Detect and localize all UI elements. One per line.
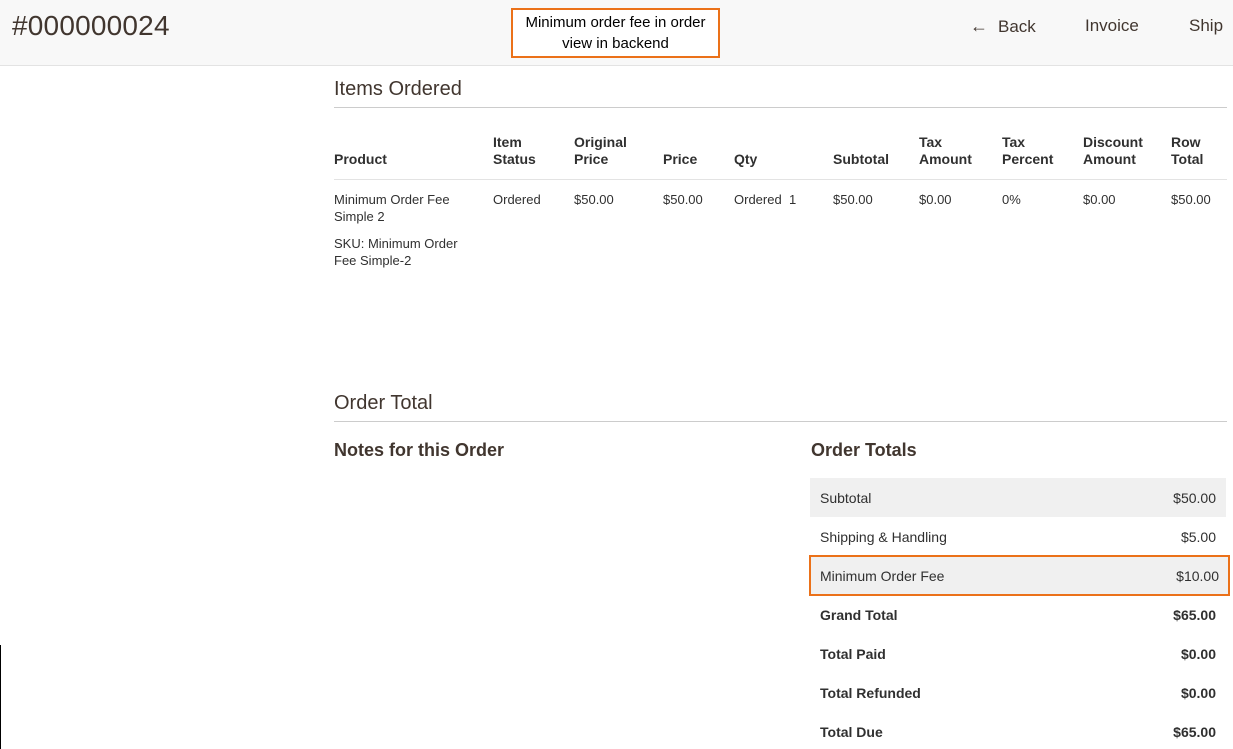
- totals-label: Total Refunded: [820, 684, 921, 701]
- column-header-original-price: Original Price: [574, 126, 663, 180]
- totals-value: $10.00: [1176, 567, 1219, 584]
- totals-row-total-refunded: Total Refunded $0.00: [810, 673, 1226, 712]
- table-header-row: Product Item Status Original Price Price Q…: [334, 126, 1227, 180]
- totals-value: $65.00: [1173, 723, 1216, 740]
- subtotal-cell: $50.00: [833, 192, 873, 207]
- annotation-callout: Minimum order fee in order view in backe…: [511, 8, 720, 58]
- product-name: Minimum Order Fee Simple 2: [334, 192, 450, 224]
- order-total-title: Order Total: [334, 392, 1227, 422]
- items-ordered-table: Product Item Status Original Price Price Q…: [334, 126, 1227, 280]
- ship-button[interactable]: Ship: [1189, 16, 1223, 36]
- totals-row-grand-total: Grand Total $65.00: [810, 595, 1226, 634]
- page-header: #000000024 Minimum order fee in order vi…: [0, 0, 1233, 66]
- items-ordered-title: Items Ordered: [334, 78, 1227, 108]
- totals-value: $0.00: [1180, 684, 1216, 701]
- column-header-row-total: Row Total: [1171, 126, 1227, 180]
- totals-label: Minimum Order Fee: [820, 567, 945, 584]
- column-header-tax-percent: Tax Percent: [1002, 126, 1083, 180]
- totals-row-total-due: Total Due $65.00: [810, 712, 1226, 749]
- tax-amount-cell: $0.00: [919, 192, 952, 207]
- qty-label: Ordered: [734, 192, 782, 207]
- tax-percent-cell: 0%: [1002, 192, 1021, 207]
- column-header-item-status: Item Status: [493, 126, 574, 180]
- invoice-button[interactable]: Invoice: [1085, 16, 1139, 36]
- column-header-price: Price: [663, 126, 734, 180]
- arrow-left-icon: ←: [970, 16, 988, 36]
- order-totals-title: Order Totals: [811, 440, 917, 460]
- totals-row-shipping: Shipping & Handling $5.00: [810, 517, 1226, 556]
- column-header-qty: Qty: [734, 126, 833, 180]
- totals-row-total-paid: Total Paid $0.00: [810, 634, 1226, 673]
- discount-amount-cell: $0.00: [1083, 192, 1116, 207]
- qty-value: 1: [788, 192, 797, 207]
- original-price-cell: $50.00: [574, 192, 614, 207]
- row-total-cell: $50.00: [1171, 192, 1211, 207]
- back-button[interactable]: ← Back: [970, 16, 1036, 37]
- order-totals-table: Subtotal $50.00 Shipping & Handling $5.0…: [809, 478, 1230, 749]
- totals-row-subtotal: Subtotal $50.00: [810, 478, 1226, 517]
- totals-value: $50.00: [1173, 489, 1216, 506]
- product-cell: Minimum Order Fee Simple 2 SKU: Minimum …: [334, 180, 493, 281]
- totals-label: Grand Total: [820, 606, 898, 623]
- totals-label: Subtotal: [820, 489, 872, 506]
- totals-value: $5.00: [1180, 528, 1216, 545]
- totals-value: $65.00: [1173, 606, 1216, 623]
- totals-label: Total Due: [820, 723, 883, 740]
- qty-cell: Ordered 1: [734, 180, 833, 281]
- totals-label: Shipping & Handling: [820, 528, 947, 545]
- product-sku: SKU: Minimum Order Fee Simple-2: [334, 236, 458, 268]
- column-header-product: Product: [334, 126, 493, 180]
- totals-value: $0.00: [1180, 645, 1216, 662]
- column-header-subtotal: Subtotal: [833, 126, 919, 180]
- price-cell: $50.00: [663, 192, 703, 207]
- edge-divider: [0, 645, 1, 749]
- back-button-label: Back: [998, 16, 1036, 36]
- totals-row-minimum-order-fee: Minimum Order Fee $10.00: [809, 555, 1230, 596]
- column-header-tax-amount: Tax Amount: [919, 126, 1002, 180]
- page-title: #000000024: [12, 10, 170, 41]
- notes-title: Notes for this Order: [334, 440, 505, 460]
- column-header-discount-amount: Discount Amount: [1083, 126, 1171, 180]
- item-status-cell: Ordered: [493, 192, 541, 207]
- table-row: Minimum Order Fee Simple 2 SKU: Minimum …: [334, 180, 1227, 281]
- totals-label: Total Paid: [820, 645, 886, 662]
